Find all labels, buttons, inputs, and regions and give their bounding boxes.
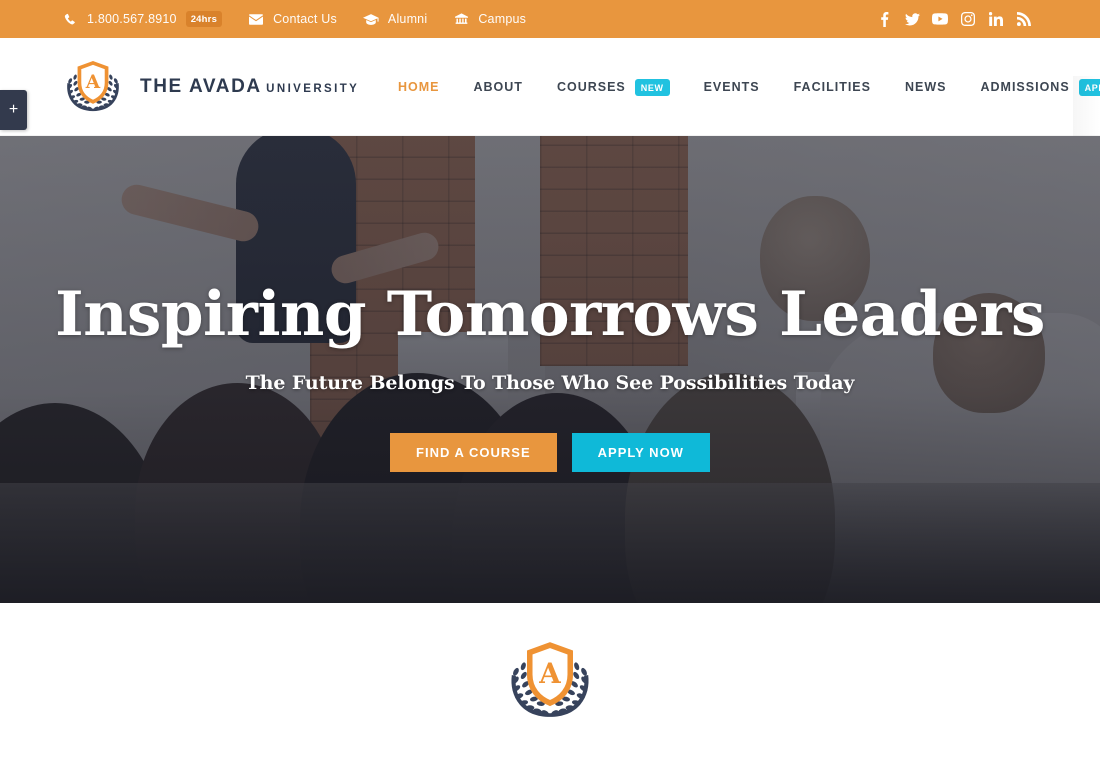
hours-badge: 24hrs — [185, 11, 223, 27]
linkedin-icon[interactable] — [982, 0, 1010, 38]
plus-icon: + — [8, 101, 19, 118]
below-hero-section: A — [0, 603, 1100, 770]
apply-now-button[interactable]: APPLY NOW — [571, 433, 710, 472]
site-logo[interactable]: A THE AVADA UNIVERSITY — [62, 58, 359, 116]
svg-text:A: A — [538, 656, 561, 689]
avada-university-crest-icon: A — [67, 60, 119, 111]
svg-text:A: A — [85, 72, 101, 93]
nav-item-events[interactable]: EVENTS — [704, 80, 760, 94]
top-contact-bar: 1.800.567.8910 24hrs Contact Us Alumni C… — [0, 0, 1100, 38]
hero-subtitle: The Future Belongs To Those Who See Poss… — [245, 372, 855, 394]
topbar-item-label: Contact Us — [273, 12, 337, 26]
topbar-item-campus[interactable]: Campus — [453, 12, 526, 26]
nav-item-home[interactable]: HOME — [398, 80, 440, 94]
nav-item-label: ADMISSIONS — [980, 80, 1070, 94]
facebook-icon[interactable] — [870, 0, 898, 38]
youtube-icon[interactable] — [926, 0, 954, 38]
side-panel-toggle-button[interactable]: + — [0, 90, 27, 130]
hero-content: Inspiring Tomorrows Leaders The Future B… — [0, 136, 1100, 603]
social-links — [870, 0, 1038, 38]
nav-item-news[interactable]: NEWS — [905, 80, 947, 94]
envelope-icon — [248, 12, 264, 26]
topbar-item-label: Campus — [478, 12, 527, 26]
nav-item-label: ABOUT — [473, 80, 523, 94]
nav-item-label: FACILITIES — [793, 80, 871, 94]
site-header: A THE AVADA UNIVERSITY HOME ABOUT COURSE… — [0, 38, 1100, 174]
nav-item-about[interactable]: ABOUT — [474, 80, 523, 94]
nav-item-facilities[interactable]: FACILITIES — [794, 80, 871, 94]
topbar-item-alumni[interactable]: Alumni — [362, 12, 428, 26]
avada-university-crest-icon: A — [511, 641, 589, 717]
bank-icon — [453, 12, 469, 26]
graduation-cap-icon — [362, 12, 379, 26]
topbar-item-contact-us[interactable]: Contact Us — [248, 12, 337, 26]
phone-number: 1.800.567.8910 — [87, 12, 177, 26]
hero-title: Inspiring Tomorrows Leaders — [55, 279, 1045, 350]
phone-icon — [62, 12, 78, 26]
rss-icon[interactable] — [1010, 0, 1038, 38]
page-root: 1.800.567.8910 24hrs Contact Us Alumni C… — [0, 0, 1100, 770]
brand-subtitle: UNIVERSITY — [266, 83, 360, 95]
topbar-phone[interactable]: 1.800.567.8910 24hrs — [62, 11, 223, 27]
topbar-contact-group: 1.800.567.8910 24hrs Contact Us Alumni C… — [62, 11, 552, 27]
brand-wordmark: THE AVADA UNIVERSITY — [140, 77, 359, 96]
hero-banner: Inspiring Tomorrows Leaders The Future B… — [0, 136, 1100, 603]
nav-item-label: HOME — [398, 80, 440, 94]
main-navigation: HOME ABOUT COURSES NEW EVENTS FACILITIES… — [398, 38, 1100, 136]
nav-item-label: COURSES — [556, 80, 626, 94]
brand-title: THE AVADA — [140, 76, 262, 97]
find-a-course-button[interactable]: FIND A COURSE — [390, 433, 557, 472]
instagram-icon[interactable] — [954, 0, 982, 38]
nav-item-courses[interactable]: COURSES NEW — [556, 78, 670, 96]
twitter-icon[interactable] — [898, 0, 926, 38]
hero-cta-group: FIND A COURSE APPLY NOW — [390, 433, 710, 472]
topbar-item-label: Alumni — [387, 12, 428, 26]
nav-item-label: EVENTS — [703, 80, 760, 94]
nav-item-admissions[interactable]: ADMISSIONS APPLY — [980, 78, 1100, 96]
nav-badge-new: NEW — [634, 78, 670, 96]
nav-item-label: NEWS — [904, 80, 947, 94]
nav-badge-apply: APPLY — [1078, 78, 1100, 96]
